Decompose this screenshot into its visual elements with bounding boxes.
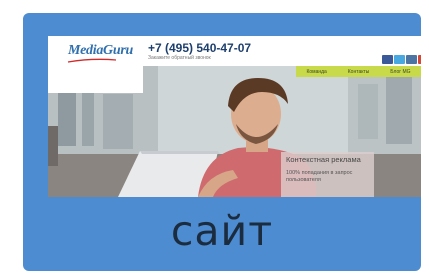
nav-item-contacts[interactable]: Контакты [348,69,370,75]
google-plus-icon[interactable] [418,55,421,64]
promo-overlay: Контекстная реклама 100% попадания в зап… [281,152,374,197]
slide-caption: сайт [170,207,274,255]
twitter-icon[interactable] [394,55,405,64]
top-nav: Команда Контакты Блог МG [296,66,421,77]
social-icons [382,55,421,64]
logo-swoosh-icon [67,58,117,63]
site-header: MediaGuru +7 (495) 540-47-07 Закажите об… [48,36,421,66]
vk-icon[interactable] [406,55,417,64]
website-screenshot: MediaGuru +7 (495) 540-47-07 Закажите об… [48,36,421,197]
header-white-block [48,66,143,93]
callback-link[interactable]: Закажите обратный звонок [148,55,211,61]
site-logo[interactable]: MediaGuru [68,43,133,59]
nav-item-blog[interactable]: Блог МG [390,69,410,75]
facebook-icon[interactable] [382,55,393,64]
promo-title: Контекстная реклама [286,155,361,164]
promo-text: 100% попадания в запрос пользователя [286,170,353,183]
nav-item-team[interactable]: Команда [306,69,326,75]
phone-number[interactable]: +7 (495) 540-47-07 [148,41,251,55]
